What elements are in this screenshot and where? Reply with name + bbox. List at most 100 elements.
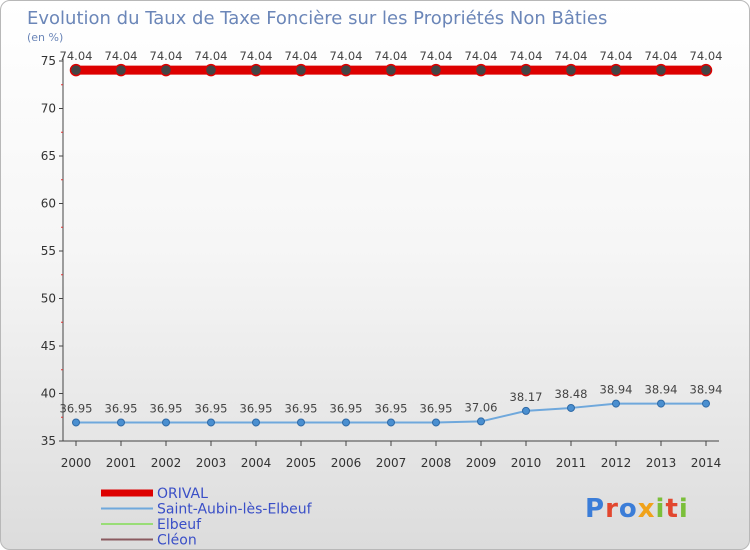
data-point xyxy=(204,63,218,77)
logo-wordmark: Proxiti xyxy=(585,494,689,524)
data-point xyxy=(474,63,488,77)
data-label: 36.95 xyxy=(105,401,138,415)
data-label: 38.94 xyxy=(645,383,678,397)
x-tick-label: 2011 xyxy=(556,456,587,470)
y-tick-label: 35 xyxy=(41,434,56,448)
data-label: 38.94 xyxy=(600,383,633,397)
legend-swatch xyxy=(101,489,153,497)
data-label: 36.95 xyxy=(330,401,363,415)
series-saint-aubin-l-s-elbeuf: 36.95 36.95 36.95 36.95 36.95 36.95 36.95 36.95… xyxy=(60,383,723,427)
data-point xyxy=(342,418,350,427)
x-tick-label: 2003 xyxy=(196,456,227,470)
data-point xyxy=(384,63,398,77)
y-tick-label: 45 xyxy=(41,339,56,353)
data-point xyxy=(522,406,530,415)
x-tick-label: 2006 xyxy=(331,456,362,470)
data-point xyxy=(114,63,128,77)
logo-letter: P xyxy=(585,494,605,524)
logo-letter: o xyxy=(619,494,638,524)
x-tick-label: 2014 xyxy=(691,456,722,470)
data-label: 74.04 xyxy=(330,49,363,63)
series-layer: 74.04 74.04 74.04 74.04 74.04 74.04 74.04 74.04… xyxy=(60,49,723,427)
logo-letter: i xyxy=(656,494,666,524)
data-point xyxy=(654,63,668,77)
legend-swatch xyxy=(101,538,153,541)
x-tick-label: 2009 xyxy=(466,456,497,470)
y-tick-label: 50 xyxy=(41,292,56,306)
x-tick-label: 2001 xyxy=(106,456,137,470)
data-point xyxy=(612,399,620,408)
data-label: 36.95 xyxy=(150,401,183,415)
data-label: 74.04 xyxy=(105,49,138,63)
x-tick-label: 2007 xyxy=(376,456,407,470)
data-label: 36.95 xyxy=(420,401,453,415)
data-label: 74.04 xyxy=(375,49,408,63)
data-label: 36.95 xyxy=(60,401,93,415)
data-label: 74.04 xyxy=(510,49,543,63)
data-label: 74.04 xyxy=(690,49,723,63)
data-label: 74.04 xyxy=(195,49,228,63)
data-label: 74.04 xyxy=(285,49,318,63)
data-label: 38.48 xyxy=(555,387,588,401)
y-tick-label: 40 xyxy=(41,387,56,401)
y-tick-label: 60 xyxy=(41,197,56,211)
data-point xyxy=(297,418,305,427)
data-label: 36.95 xyxy=(240,401,273,415)
y-tick-label: 75 xyxy=(41,54,56,68)
y-tick-label: 65 xyxy=(41,149,56,163)
y-unit-label: (en %) xyxy=(27,31,63,44)
data-label: 74.04 xyxy=(555,49,588,63)
data-point xyxy=(609,63,623,77)
legend-label: Elbeuf xyxy=(157,517,202,533)
data-label: 36.95 xyxy=(375,401,408,415)
data-label: 38.17 xyxy=(510,390,543,404)
data-label: 74.04 xyxy=(600,49,633,63)
data-point xyxy=(519,63,533,77)
data-point xyxy=(249,63,263,77)
data-point xyxy=(159,63,173,77)
data-label: 74.04 xyxy=(240,49,273,63)
data-point xyxy=(72,418,80,427)
data-label: 38.94 xyxy=(690,383,723,397)
data-point xyxy=(432,418,440,427)
data-label: 74.04 xyxy=(645,49,678,63)
data-label: 36.95 xyxy=(195,401,228,415)
data-label: 74.04 xyxy=(150,49,183,63)
chart-title: Evolution du Taux de Taxe Foncière sur l… xyxy=(27,8,607,29)
data-point xyxy=(564,63,578,77)
legend-label: ORIVAL xyxy=(157,486,208,502)
logo-letter: i xyxy=(679,494,689,524)
legend-swatch xyxy=(101,507,153,510)
data-label: 74.04 xyxy=(465,49,498,63)
data-label: 74.04 xyxy=(420,49,453,63)
proxiti-logo: Proxiti xyxy=(585,494,689,524)
legend-label: Saint-Aubin-lès-Elbeuf xyxy=(157,502,313,518)
data-point xyxy=(69,63,83,77)
data-label: 37.06 xyxy=(465,400,498,414)
x-tick-label: 2000 xyxy=(61,456,92,470)
y-tick-label: 70 xyxy=(41,102,56,116)
data-point xyxy=(429,63,443,77)
x-tick-label: 2005 xyxy=(286,456,317,470)
x-tick-label: 2004 xyxy=(241,456,272,470)
y-tick-label: 55 xyxy=(41,244,56,258)
data-point xyxy=(567,403,575,412)
x-tick-label: 2008 xyxy=(421,456,452,470)
legend-label: Cléon xyxy=(157,533,197,549)
data-point xyxy=(699,63,713,77)
x-tick-label: 2013 xyxy=(646,456,677,470)
data-point xyxy=(162,418,170,427)
legend: ORIVALSaint-Aubin-lès-ElbeufElbeufCléon xyxy=(101,486,313,549)
chart: Evolution du Taux de Taxe Foncière sur l… xyxy=(27,8,723,549)
data-point xyxy=(702,399,710,408)
data-point xyxy=(252,418,260,427)
series-orival: 74.04 74.04 74.04 74.04 74.04 74.04 74.04 74.04… xyxy=(60,49,723,77)
x-tick-label: 2002 xyxy=(151,456,182,470)
logo-letter: t xyxy=(665,494,678,524)
legend-swatch xyxy=(101,523,153,525)
chart-frame: Evolution du Taux de Taxe Foncière sur l… xyxy=(0,0,750,550)
data-label: 74.04 xyxy=(60,49,93,63)
data-point xyxy=(477,417,485,426)
x-tick-label: 2012 xyxy=(601,456,632,470)
x-tick-label: 2010 xyxy=(511,456,542,470)
